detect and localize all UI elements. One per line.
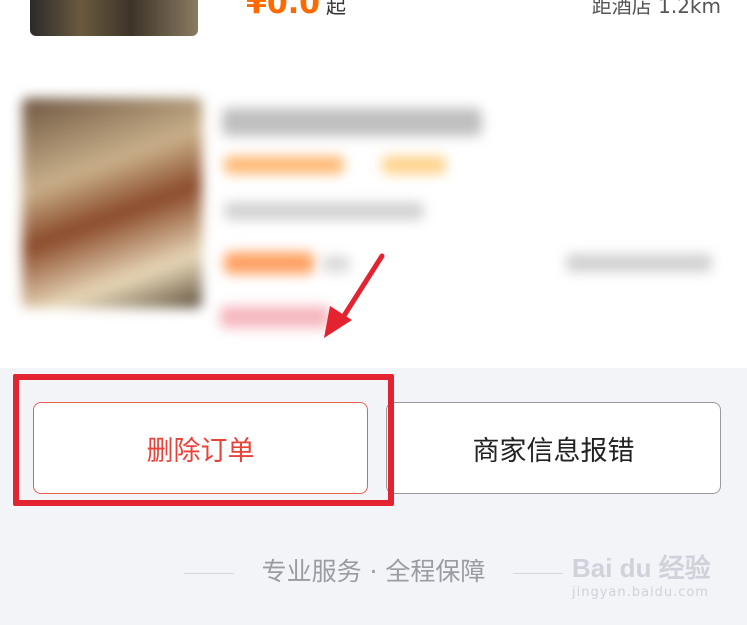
price-value: ¥0.0 (246, 0, 321, 21)
recommendation-card: ¥0.0 起 距酒店 1.2km (0, 0, 747, 368)
footer-divider-left (183, 572, 234, 574)
hotel-thumbnail[interactable] (30, 0, 198, 36)
blurred-tag (220, 306, 330, 328)
blurred-meta (566, 254, 712, 272)
baidu-watermark: Bai du 经验 jingyan.baidu.com (572, 548, 711, 600)
report-merchant-info-button[interactable]: 商家信息报错 (386, 402, 721, 494)
distance-text: 距酒店 1.2km (591, 0, 721, 18)
footer-divider-right (513, 572, 564, 574)
blurred-price (224, 252, 314, 274)
highlight-box (13, 374, 394, 506)
blurred-rating (224, 156, 344, 174)
report-merchant-info-label: 商家信息报错 (472, 435, 635, 467)
blurred-image (22, 98, 202, 308)
baidu-paw-icon: Bai du 经验 (572, 553, 711, 583)
price-text: ¥0.0 起 (246, 0, 346, 21)
price-unit: 起 (326, 0, 347, 18)
footer-slogan: 专业服务 · 全程保障 (261, 557, 486, 586)
blurred-address (224, 202, 424, 220)
watermark-url: jingyan.baidu.com (572, 585, 709, 600)
blurred-title (222, 108, 482, 136)
annotation-arrow-icon (324, 253, 385, 338)
blurred-score (382, 156, 446, 174)
